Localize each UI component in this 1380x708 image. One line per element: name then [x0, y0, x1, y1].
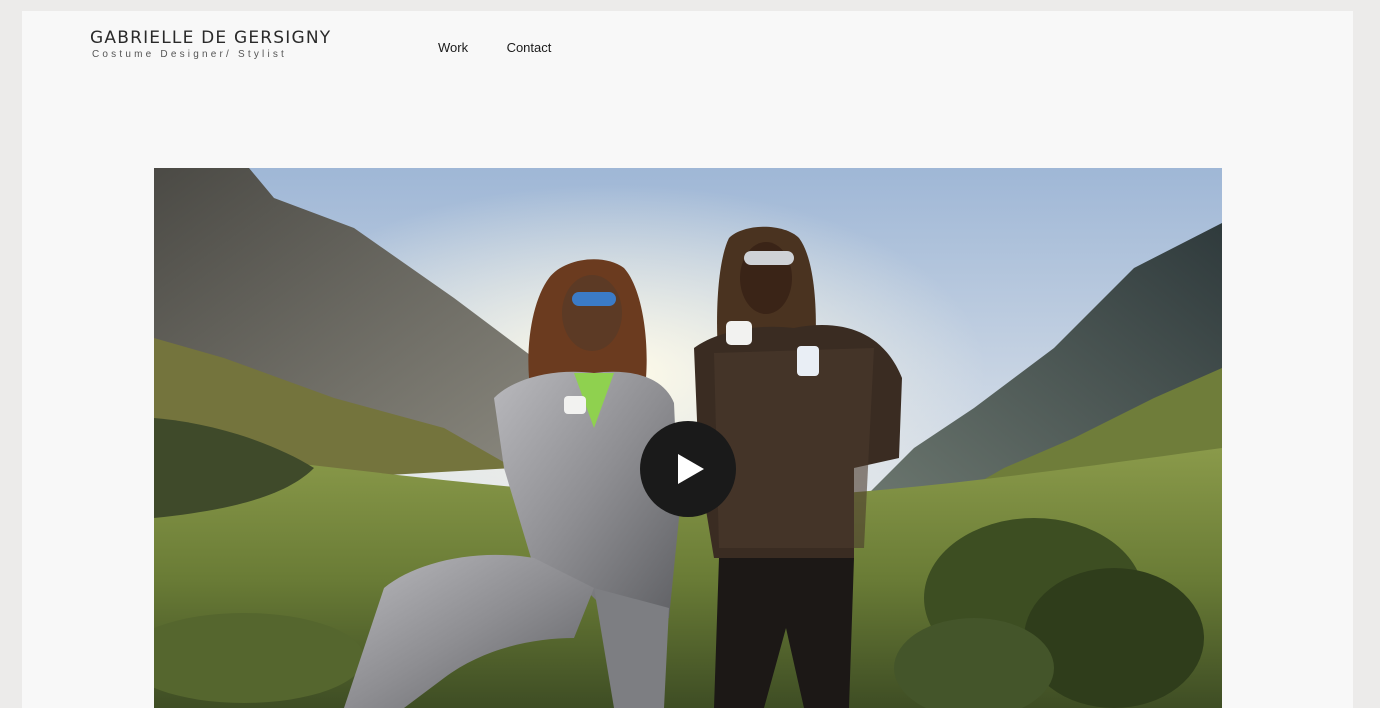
nav-link-work[interactable]: Work	[438, 40, 468, 55]
nav-link-contact[interactable]: Contact	[507, 40, 552, 55]
play-icon	[678, 454, 704, 484]
play-button[interactable]	[640, 421, 736, 517]
video-player[interactable]	[154, 168, 1222, 708]
page-container: GABRIELLE DE GERSIGNY Costume Designer/ …	[22, 11, 1353, 708]
main-nav: Work Contact	[438, 39, 585, 57]
brand-subtitle: Costume Designer/ Stylist	[92, 49, 288, 60]
brand-name: GABRIELLE DE GERSIGNY	[90, 28, 332, 48]
brand-logo-link[interactable]: GABRIELLE DE GERSIGNY Costume Designer/ …	[90, 28, 331, 61]
